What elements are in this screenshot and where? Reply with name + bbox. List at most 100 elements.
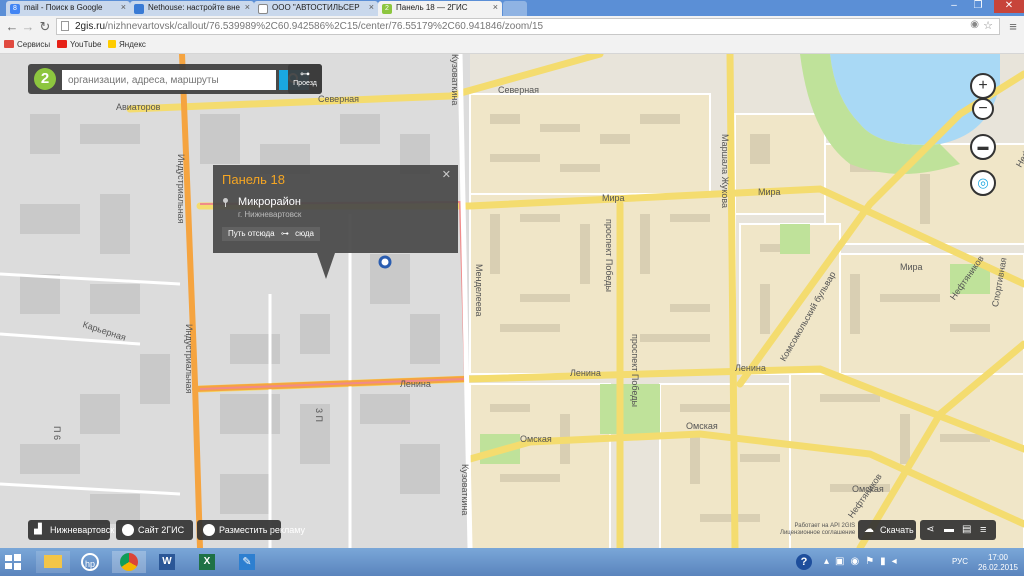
google-favicon-icon: 8 <box>10 4 20 14</box>
tab-close-icon[interactable]: × <box>245 2 250 12</box>
route-from-to-button[interactable]: Путь отсюда ⊶ сюда <box>222 227 321 241</box>
address-bar[interactable]: 2gis.ru/nizhnevartovsk/callout/76.539989… <box>56 18 1000 35</box>
license-link[interactable]: Лицензионное соглашение <box>780 530 855 537</box>
zoom-in-button[interactable]: + <box>970 73 996 99</box>
bookmark-youtube[interactable]: YouTube <box>57 40 101 49</box>
minimize-icon[interactable]: – <box>944 0 964 13</box>
location-icon[interactable]: ◉ <box>970 19 979 30</box>
street-label: Маршала Жукова <box>720 134 730 209</box>
url-host: 2gis.ru <box>75 21 106 32</box>
popup-pointer <box>317 253 335 279</box>
tab-2gis-panel18[interactable]: 2 Панель 18 — 2ГИС × <box>378 1 502 16</box>
print-icon[interactable]: ▤ <box>962 520 971 540</box>
popup-place-name[interactable]: Микрорайон <box>238 196 301 208</box>
route-from-label[interactable]: Путь отсюда <box>228 229 275 238</box>
tab-strip: 8 mail - Поиск в Google × Nethouse: наст… <box>0 0 1024 16</box>
route-to-label[interactable]: сюда <box>295 229 314 238</box>
street-label: Мира <box>602 193 625 203</box>
url-path: /nizhnevartovsk/callout/76.539989%2C60.9… <box>105 21 544 32</box>
menu-icon[interactable]: ≡ <box>980 520 986 540</box>
bookmark-star-icon[interactable]: ☆ <box>983 19 993 32</box>
menu-icon[interactable]: ≡ <box>1005 19 1021 35</box>
page-icon <box>61 21 69 31</box>
street-label: Ленина <box>570 368 601 378</box>
street-label: Северная <box>318 94 360 104</box>
bookmark-services[interactable]: Сервисы <box>4 40 50 49</box>
close-icon[interactable]: ✕ <box>442 168 451 181</box>
forward-arrow-icon[interactable]: → <box>20 19 36 35</box>
share-icon[interactable]: ⋖ <box>926 520 934 540</box>
youtube-icon <box>57 40 67 48</box>
tray-icons[interactable]: ▴▣◉⚑▮◂ <box>824 551 924 573</box>
cloud-download-icon: ☁ <box>864 524 874 535</box>
copyright: Работает на API 2GIS Лицензионное соглаш… <box>780 523 855 537</box>
street-label: проспект Победы <box>604 219 614 292</box>
comment-icon[interactable]: ▬ <box>944 520 954 540</box>
popup-title: Панель 18 <box>222 172 285 187</box>
ad-label: Разместить рекламу <box>219 525 305 535</box>
callout-popup: Панель 18 ✕ Микрорайон г. Нижневартовск … <box>213 165 458 253</box>
tab-google-search[interactable]: 8 mail - Поиск в Google × <box>6 1 130 16</box>
map-canvas[interactable]: Северная Северная Авиаторов Мира Мира Ми… <box>0 54 1024 548</box>
clock-date: 26.02.2015 <box>977 563 1018 572</box>
bookmark-yandex[interactable]: Яндекс <box>108 40 146 49</box>
excel-icon[interactable]: X <box>190 551 224 573</box>
popup-city: г. Нижневартовск <box>238 210 302 219</box>
street-label: Ленина <box>400 379 431 389</box>
explorer-icon[interactable] <box>36 551 70 573</box>
street-label: Кузоваткина <box>450 54 460 106</box>
pen-icon[interactable]: ✎ <box>230 551 264 573</box>
route-label: Проезд <box>293 80 317 87</box>
window-close-icon[interactable]: ✕ <box>994 0 1024 13</box>
maximize-icon[interactable]: ❐ <box>968 0 988 13</box>
download-button[interactable]: ☁ Скачать <box>858 520 916 540</box>
street-label: Мира <box>758 187 781 197</box>
2gis-logo[interactable]: 2 <box>34 68 56 90</box>
tab-label: Панель 18 — 2ГИС <box>396 3 468 12</box>
geolocation-icon[interactable]: ◎ <box>970 170 996 196</box>
language-indicator[interactable]: РУС <box>952 557 968 566</box>
2gis-icon <box>122 524 134 536</box>
copyright-line[interactable]: Работает на API 2GIS <box>780 523 855 530</box>
tab-close-icon[interactable]: × <box>369 2 374 12</box>
tab-close-icon[interactable]: × <box>493 2 498 12</box>
windows-taskbar: hp W X ✎ ? ▴▣◉⚑▮◂ РУС 17:00 26.02.2015 <box>0 548 1024 576</box>
bookmark-label: YouTube <box>70 40 102 49</box>
windows-start-icon[interactable] <box>2 551 30 573</box>
share-tools: ⋖ ▬ ▤ ≡ <box>920 520 996 540</box>
site-label: Сайт 2ГИС <box>138 525 185 535</box>
bookmarks-bar: Сервисы YouTube Яндекс <box>0 38 1024 54</box>
pin-stem <box>225 202 226 207</box>
street-label: Омская <box>686 421 718 431</box>
tab-label: ООО "АВТОСТИЛЬСЕР <box>272 3 360 12</box>
yandex-icon <box>108 40 116 48</box>
map-graphics <box>0 54 1024 548</box>
city-button[interactable]: ▟ Нижневартовск <box>28 520 114 540</box>
new-tab-button[interactable] <box>503 1 527 16</box>
tab-close-icon[interactable]: × <box>121 2 126 12</box>
search-input[interactable] <box>62 70 276 90</box>
nethouse-favicon-icon <box>134 4 144 14</box>
page-favicon-icon <box>258 4 268 14</box>
zoom-out-button[interactable]: − <box>972 98 994 120</box>
site-2gis-button[interactable]: Сайт 2ГИС <box>116 520 193 540</box>
reload-icon[interactable]: ↻ <box>37 19 53 35</box>
clock-time: 17:00 <box>987 553 1008 562</box>
hp-icon[interactable]: hp <box>74 551 108 573</box>
ruler-icon[interactable]: ▬ <box>970 134 996 160</box>
street-label: П 6 <box>52 426 62 440</box>
street-label: Кузоваткина <box>460 464 470 516</box>
clock[interactable]: 17:00 26.02.2015 <box>978 553 1018 573</box>
ad-icon <box>203 524 215 536</box>
street-label: Индустриальная <box>176 154 186 224</box>
route-button[interactable]: ⊶ Проезд <box>288 64 322 94</box>
back-arrow-icon[interactable]: ← <box>4 19 20 35</box>
help-icon[interactable]: ? <box>796 551 814 573</box>
word-icon[interactable]: W <box>150 551 184 573</box>
street-label: Северная <box>498 85 540 95</box>
tab-nethouse[interactable]: Nethouse: настройте вне × <box>130 1 254 16</box>
place-ad-button[interactable]: Разместить рекламу <box>197 520 305 540</box>
search-panel: 2 <box>28 64 322 94</box>
chrome-icon[interactable] <box>112 551 146 573</box>
tab-avtostilser[interactable]: ООО "АВТОСТИЛЬСЕР × <box>254 1 378 16</box>
